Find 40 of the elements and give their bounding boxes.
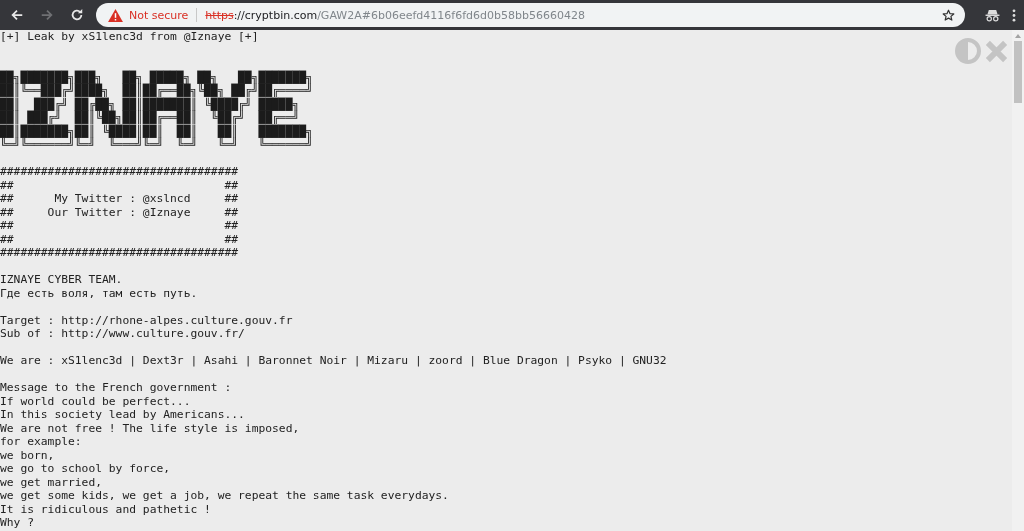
text-line: If world could be perfect...: [0, 394, 191, 408]
warning-icon: [108, 8, 123, 22]
text-line: IZNAYE CYBER TEAM.: [0, 273, 123, 287]
ascii-art-banner-line: ██║███████╗██║ ╚████║██║ ██║ ██║ ███████╗: [0, 124, 313, 138]
text-line: we go to school by force,: [0, 462, 171, 476]
text-line: ###################################: [0, 165, 239, 179]
text-line: ## ##: [0, 219, 239, 233]
ascii-art-banner-line: ██║ ███╔╝ ██║╚██╗██║██╔══██║ ╚██╔╝ ██╔══╝: [0, 111, 301, 124]
text-line: ## My Twitter : @xslncd ##: [0, 192, 239, 206]
text-line: ## Our Twitter : @Iznaye ##: [0, 205, 239, 219]
security-label: Not secure: [129, 8, 189, 22]
text-line: It is ridiculous and pathetic !: [0, 502, 211, 516]
text-line: for example:: [0, 435, 82, 449]
text-line: Target : http://rhone-alpes.culture.gouv.fr: [0, 313, 293, 327]
text-line: ## ##: [0, 178, 239, 192]
menu-icon[interactable]: [1012, 8, 1016, 22]
text-line: We are : xS1lenc3d | Dext3r | Asahi | Baronnet Noir | Mizaru | zoord | Blue Dragon | Psyko | GNU32: [0, 354, 667, 368]
incognito-icon[interactable]: [985, 8, 1000, 22]
reload-icon[interactable]: [70, 8, 84, 22]
star-icon[interactable]: [942, 8, 955, 22]
text-line: In this society lead by Americans...: [0, 408, 245, 422]
text-line: We are not free ! The life style is imposed,: [0, 421, 300, 435]
text-line: we get some kids, we get a job, we repeat the same task everydays.: [0, 489, 449, 503]
url-text: https://cryptbin.com/GAW2A#6b06eefd4116f6fd6d0b58bb56660428: [205, 8, 585, 22]
text-line: we born,: [0, 448, 55, 462]
text-line: ## ##: [0, 232, 239, 246]
text-line: Why ?: [0, 516, 34, 530]
ascii-art-banner-line: ██║╚══███╔╝████╗ ██║██╔══██╗╚██╗ ██╔╝██╔════╝: [0, 84, 313, 97]
address-bar[interactable]: Not secure https://cryptbin.com/GAW2A#6b06eefd4116f6fd6d0b58bb56660428: [96, 3, 965, 27]
ascii-art-banner-line: ██╗███████╗███╗ ██╗ █████╗ ██╗ ██╗███████╗: [0, 70, 313, 84]
text-line: ###################################: [0, 246, 239, 260]
text-line: Где есть воля, там есть путь.: [0, 286, 198, 300]
ascii-art-banner-line: ╚═╝╚══════╝╚═╝ ╚═══╝╚═╝ ╚═╝ ╚═╝ ╚══════╝: [0, 138, 313, 152]
ascii-art-banner-line: ██║ ███╔╝ ██╔██╗ ██║███████║ ╚████╔╝ █████╗: [0, 97, 301, 111]
text-line: we get married,: [0, 475, 103, 489]
back-arrow-icon[interactable]: [10, 8, 24, 22]
scrollbar[interactable]: [1012, 30, 1024, 531]
text-line: [+] Leak by xS1lenc3d from @Iznaye [+]: [0, 30, 259, 44]
text-line: Message to the French government :: [0, 381, 232, 395]
text-line: Sub of : http://www.culture.gouv.fr/: [0, 327, 245, 341]
